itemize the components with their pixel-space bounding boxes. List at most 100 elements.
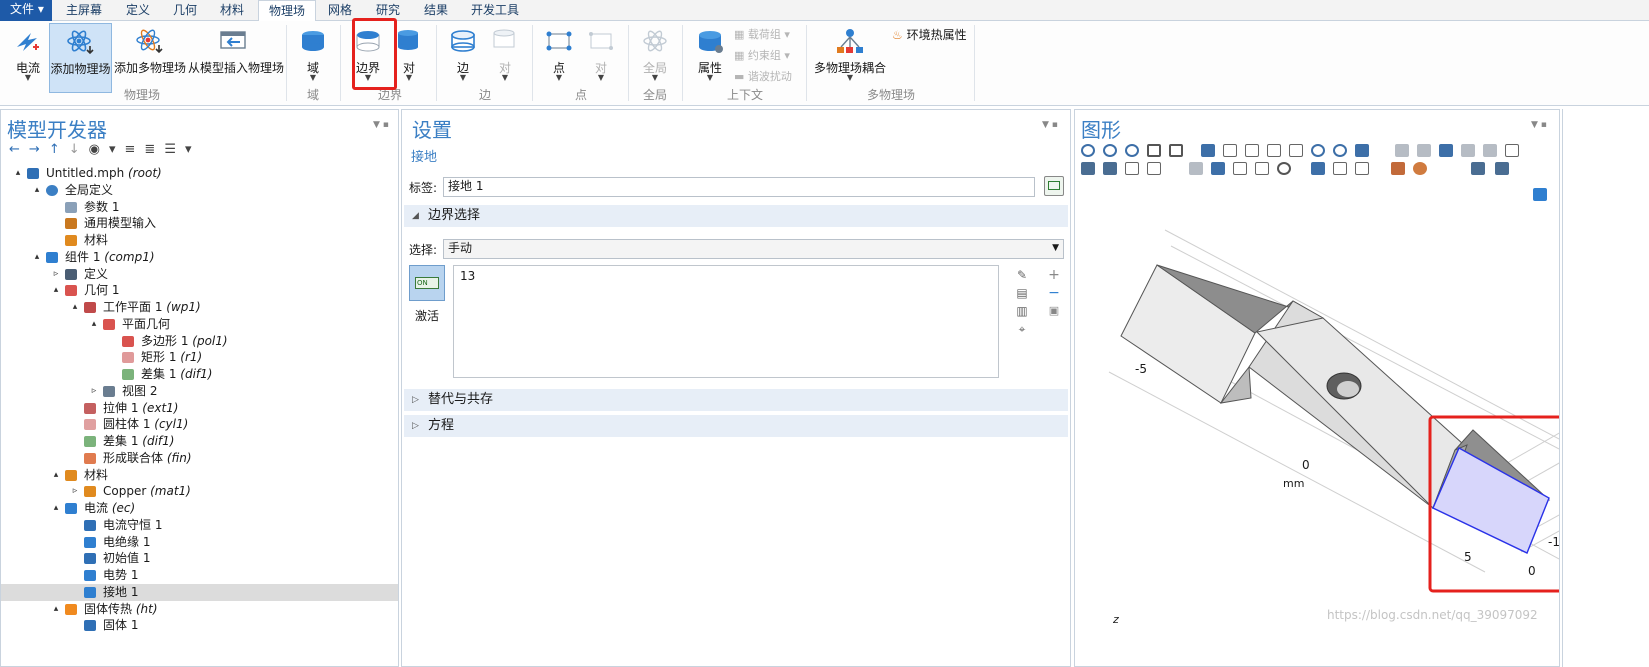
tree-node[interactable]: 圆柱体 1 (cyl1) [1, 416, 398, 433]
tree-node[interactable]: ▴ 全局定义 [1, 182, 398, 199]
tree-node[interactable]: ▹ 视图 2 [1, 383, 398, 400]
expanded-arrow-icon[interactable]: ▴ [89, 316, 99, 333]
domain-button[interactable]: 域 ▼ [294, 23, 332, 93]
back-arrow-icon[interactable]: ← [9, 142, 29, 157]
tab-geometry[interactable]: 几何 [173, 0, 197, 21]
tree-node[interactable]: 电势 1 [1, 567, 398, 584]
tree-node-label: 材料 [84, 232, 108, 249]
expanded-arrow-icon[interactable]: ▴ [51, 500, 61, 517]
tab-home[interactable]: 主屏幕 [66, 0, 102, 21]
tree-node[interactable]: ▴ 几何 1 [1, 282, 398, 299]
expanded-arrow-icon[interactable]: ▴ [51, 282, 61, 299]
constraint-group-button[interactable]: ▦ 约束组 ▾ [734, 47, 790, 63]
override-coexistence-section[interactable]: ▷ 替代与共存 [404, 389, 1068, 411]
tree-node[interactable]: 多边形 1 (pol1) [1, 333, 398, 350]
selection-list-item[interactable]: 13 [460, 269, 475, 283]
paste-selection-icon[interactable]: ✎ [1014, 266, 1030, 284]
tree-node[interactable]: 拉伸 1 (ext1) [1, 400, 398, 417]
load-group-button[interactable]: ▦ 载荷组 ▾ [734, 26, 790, 42]
tab-physics[interactable]: 物理场 [258, 0, 317, 22]
tree-node-label: 材料 [84, 467, 108, 484]
file-menu-button[interactable]: 文件 ▾ [0, 0, 52, 21]
tree-node[interactable]: 参数 1 [1, 199, 398, 216]
tree-node[interactable]: ▴ 材料 [1, 467, 398, 484]
tree-node[interactable]: ▴ Untitled.mph (root) [1, 165, 398, 182]
tab-mesh[interactable]: 网格 [328, 0, 352, 21]
tree-node[interactable]: 差集 1 (dif1) [1, 433, 398, 450]
expanded-arrow-icon[interactable]: ▴ [51, 601, 61, 618]
expanded-arrow-icon[interactable]: ▴ [70, 299, 80, 316]
zoom-to-selection-icon[interactable]: ⌖ [1014, 320, 1030, 338]
forward-arrow-icon[interactable]: → [29, 142, 49, 157]
activate-toggle[interactable]: ON [409, 265, 445, 301]
expand-all-icon[interactable]: ≣ [144, 142, 164, 157]
tree-node-text: 固体 1 [103, 618, 139, 633]
show-icon[interactable]: ◉▾ [89, 142, 125, 157]
tree-node[interactable]: ▴ 平面几何 [1, 316, 398, 333]
tree-node[interactable]: ▹ Copper (mat1) [1, 483, 398, 500]
move-down-icon[interactable]: ↓ [69, 142, 89, 157]
collapsed-arrow-icon[interactable]: ▹ [51, 266, 61, 283]
edge-pair-button[interactable]: 对 ▼ [490, 23, 520, 93]
pane-menu-icon[interactable]: ▼ ▪ [1042, 120, 1058, 130]
point-button[interactable]: 点 ▼ [542, 23, 576, 93]
tree-node[interactable]: 矩形 1 (r1) [1, 349, 398, 366]
ambient-thermal-properties-button[interactable]: ♨ 环境热属性 [892, 26, 967, 43]
list-view-icon[interactable]: ☰▾ [164, 142, 200, 157]
tree-node[interactable]: ▴ 电流 (ec) [1, 500, 398, 517]
tree-node[interactable]: ▴ 固体传热 (ht) [1, 601, 398, 618]
create-selection-icon[interactable]: ▣ [1046, 302, 1062, 320]
chevron-down-icon: ▼ [405, 73, 413, 82]
selection-list[interactable]: 13 [453, 265, 999, 378]
expanded-arrow-icon[interactable]: ▴ [13, 165, 23, 182]
tree-node[interactable]: 接地 1 [1, 583, 398, 601]
insert-physics-from-model-button[interactable]: 从模型插入物理场 [188, 23, 284, 93]
remove-icon[interactable]: − [1046, 284, 1062, 302]
tree-node[interactable]: 材料 [1, 232, 398, 249]
tab-results[interactable]: 结果 [424, 0, 448, 21]
multiphysics-coupling-button[interactable]: 多物理场耦合 ▼ [814, 23, 886, 93]
expanded-arrow-icon[interactable]: ▴ [32, 182, 42, 199]
harmonic-perturbation-button[interactable]: ▬ 谐波扰动 [734, 68, 792, 84]
properties-button[interactable]: 属性 ▼ [692, 23, 728, 93]
tree-node[interactable]: 固体 1 [1, 617, 398, 634]
tab-materials[interactable]: 材料 [220, 0, 244, 21]
tab-developer[interactable]: 开发工具 [471, 0, 519, 21]
clear-selection-icon[interactable]: ▥ [1014, 302, 1030, 320]
expanded-arrow-icon[interactable]: ▴ [32, 249, 42, 266]
pane-menu-icon[interactable]: ▼ ▪ [373, 120, 389, 130]
move-up-icon[interactable]: ↑ [49, 142, 69, 157]
tree-node[interactable]: 通用模型输入 [1, 215, 398, 232]
tree-node[interactable]: 电绝缘 1 [1, 534, 398, 551]
collapsed-arrow-icon[interactable]: ▹ [89, 383, 99, 400]
expanded-arrow-icon[interactable]: ▴ [51, 467, 61, 484]
copy-selection-icon[interactable]: ▤ [1014, 284, 1030, 302]
tree-node[interactable]: 形成联合体 (fin) [1, 450, 398, 467]
tree-node[interactable]: 差集 1 (dif1) [1, 366, 398, 383]
tree-node[interactable]: ▴ 组件 1 (comp1) [1, 249, 398, 266]
add-multiphysics-button[interactable]: 添加多物理场 [114, 23, 186, 93]
label-edit-icon[interactable] [1044, 176, 1064, 196]
collapse-all-icon[interactable]: ≡ [125, 142, 145, 157]
add-physics-button[interactable]: 添加物理场 [49, 23, 112, 93]
selection-dropdown[interactable]: 手动 ▼ [443, 239, 1064, 259]
current-button[interactable]: 电流 ▼ [6, 23, 50, 93]
collapsed-arrow-icon[interactable]: ▹ [70, 483, 80, 500]
equation-section[interactable]: ▷ 方程 [404, 415, 1068, 437]
tree-node-text: 参数 1 [84, 199, 120, 214]
tree-node[interactable]: ▹ 定义 [1, 266, 398, 283]
geometry-viewport[interactable] [1075, 110, 1560, 667]
edge-button[interactable]: 边 ▼ [446, 23, 480, 93]
tree-node-text: 平面几何 [122, 316, 171, 331]
tree-node[interactable]: 初始值 1 [1, 550, 398, 567]
tab-definitions[interactable]: 定义 [126, 0, 150, 21]
boundary-pair-button[interactable]: 对 ▼ [394, 23, 424, 93]
point-pair-button[interactable]: 对 ▼ [586, 23, 616, 93]
tree-node[interactable]: ▴ 工作平面 1 (wp1) [1, 299, 398, 316]
global-button[interactable]: 全局 ▼ [636, 23, 674, 93]
definitions-icon [65, 268, 77, 280]
label-input[interactable]: 接地 1 [443, 177, 1035, 197]
boundary-selection-section[interactable]: ◢ 边界选择 [404, 205, 1068, 227]
tree-node[interactable]: 电流守恒 1 [1, 517, 398, 534]
add-icon[interactable]: + [1046, 266, 1062, 284]
